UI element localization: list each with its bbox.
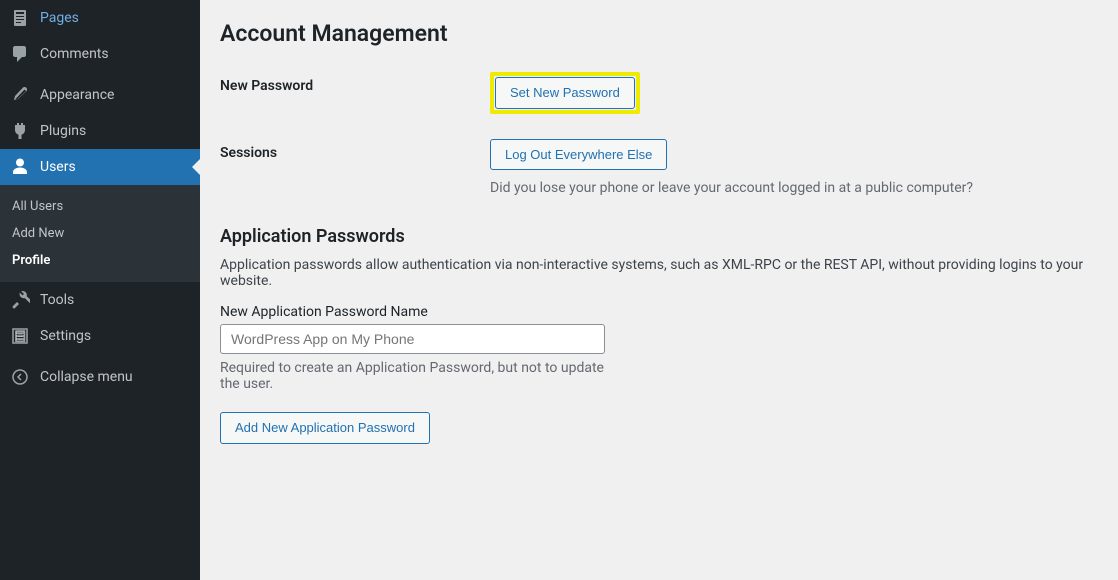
sidebar-item-tools[interactable]: Tools bbox=[0, 282, 200, 318]
appearance-icon bbox=[10, 85, 30, 105]
submenu-item-add-new[interactable]: Add New bbox=[0, 220, 200, 247]
sessions-description: Did you lose your phone or leave your ac… bbox=[490, 180, 1098, 196]
sidebar-item-label: Tools bbox=[40, 292, 74, 308]
highlight-annotation: Set New Password bbox=[490, 72, 640, 114]
pages-icon bbox=[10, 8, 30, 28]
users-submenu: All Users Add New Profile bbox=[0, 185, 200, 282]
sidebar-item-label: Plugins bbox=[40, 123, 86, 139]
sidebar-item-label: Comments bbox=[40, 46, 109, 62]
new-app-password-label: New Application Password Name bbox=[220, 304, 1098, 320]
sidebar-item-appearance[interactable]: Appearance bbox=[0, 77, 200, 113]
users-icon bbox=[10, 157, 30, 177]
sidebar-item-pages[interactable]: Pages bbox=[0, 0, 200, 36]
sessions-row: Sessions Log Out Everywhere Else Did you… bbox=[220, 139, 1098, 197]
new-password-label: New Password bbox=[220, 72, 490, 94]
submenu-item-all-users[interactable]: All Users bbox=[0, 193, 200, 220]
sidebar-item-label: Collapse menu bbox=[40, 369, 133, 385]
tools-icon bbox=[10, 290, 30, 310]
sidebar-item-label: Settings bbox=[40, 328, 91, 344]
sessions-control: Log Out Everywhere Else Did you lose you… bbox=[490, 139, 1098, 197]
account-management-heading: Account Management bbox=[220, 20, 1098, 47]
add-app-password-button[interactable]: Add New Application Password bbox=[220, 412, 430, 444]
application-passwords-description: Application passwords allow authenticati… bbox=[220, 257, 1098, 289]
main-content: Account Management New Password Set New … bbox=[200, 0, 1118, 580]
sidebar-item-label: Pages bbox=[40, 10, 79, 26]
application-passwords-heading: Application Passwords bbox=[220, 226, 1098, 247]
sidebar-item-plugins[interactable]: Plugins bbox=[0, 113, 200, 149]
sessions-label: Sessions bbox=[220, 139, 490, 161]
new-app-password-group: New Application Password Name Required t… bbox=[220, 304, 1098, 392]
plugins-icon bbox=[10, 121, 30, 141]
new-app-password-input[interactable] bbox=[220, 324, 605, 354]
sidebar-item-label: Users bbox=[40, 159, 76, 175]
submenu-item-profile[interactable]: Profile bbox=[0, 247, 200, 274]
new-app-password-help: Required to create an Application Passwo… bbox=[220, 360, 605, 392]
new-password-row: New Password Set New Password bbox=[220, 72, 1098, 114]
add-app-password-wrapper: Add New Application Password bbox=[220, 412, 1098, 444]
new-password-control: Set New Password bbox=[490, 72, 1098, 114]
set-new-password-button[interactable]: Set New Password bbox=[495, 77, 635, 109]
admin-sidebar: Pages Comments Appearance Plugins Users … bbox=[0, 0, 200, 580]
collapse-icon bbox=[10, 367, 30, 387]
comments-icon bbox=[10, 44, 30, 64]
logout-everywhere-button[interactable]: Log Out Everywhere Else bbox=[490, 139, 667, 171]
sidebar-item-label: Appearance bbox=[40, 87, 114, 103]
sidebar-item-settings[interactable]: Settings bbox=[0, 318, 200, 354]
sidebar-item-comments[interactable]: Comments bbox=[0, 36, 200, 72]
sidebar-item-users[interactable]: Users bbox=[0, 149, 200, 185]
sidebar-item-collapse[interactable]: Collapse menu bbox=[0, 359, 200, 395]
settings-icon bbox=[10, 326, 30, 346]
